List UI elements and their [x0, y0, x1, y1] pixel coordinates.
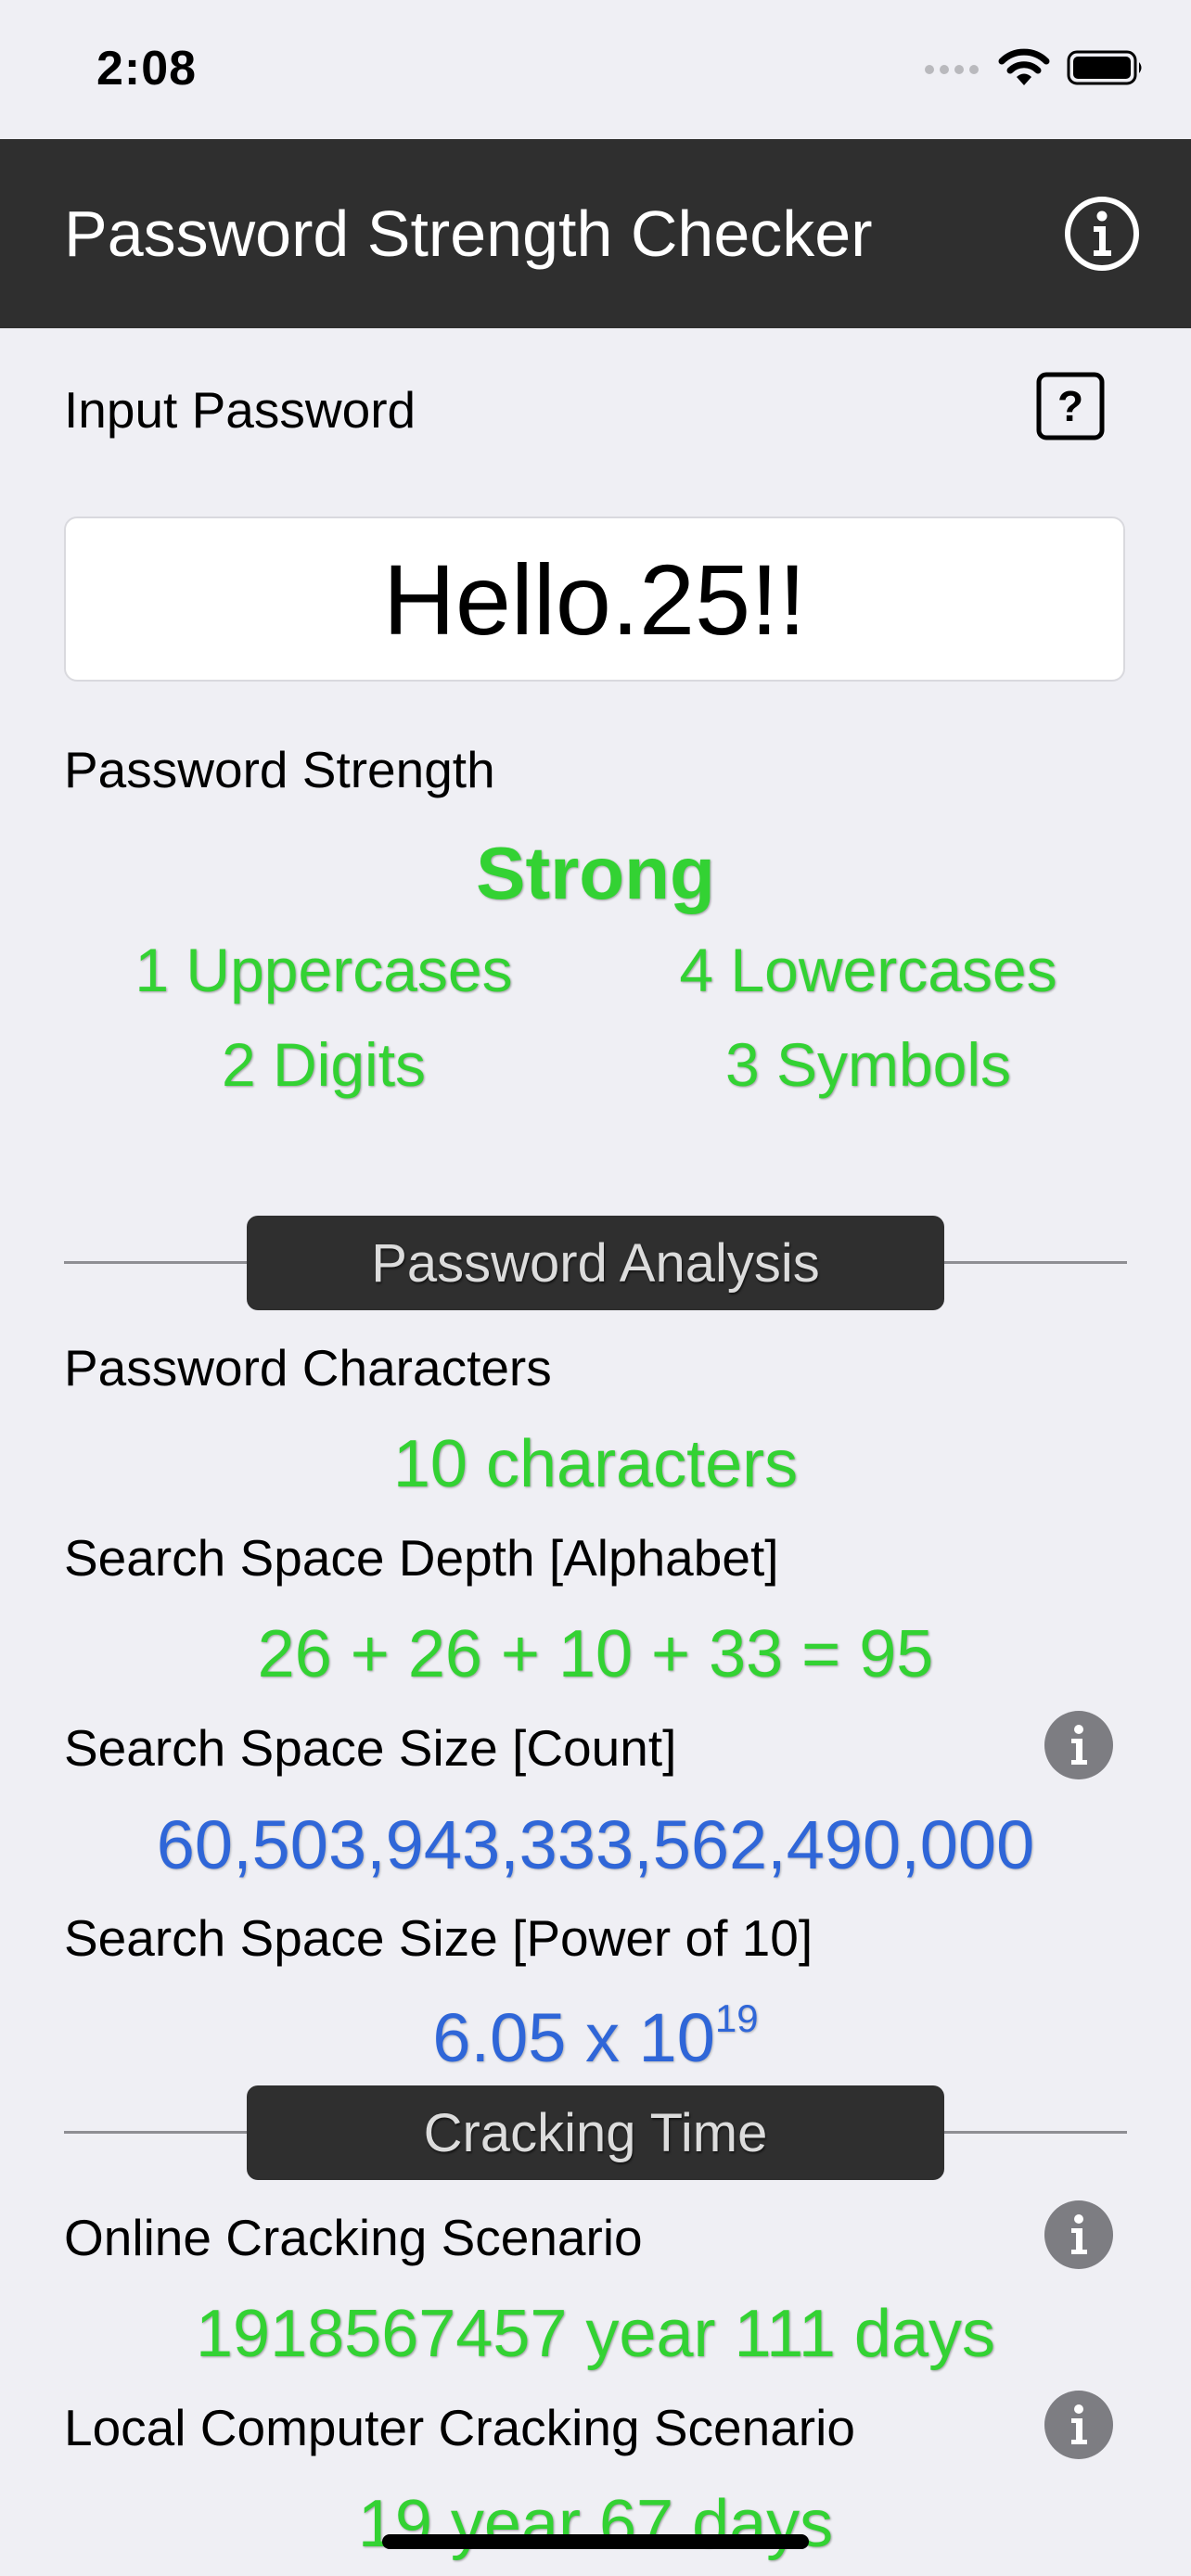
search-depth-value: 26 + 26 + 10 + 33 = 95 [257, 1617, 934, 1691]
status-bar: 2:08 [0, 0, 1191, 139]
signal-icon [925, 65, 979, 74]
info-icon[interactable] [1044, 2391, 1113, 2459]
strength-rating: Strong [476, 832, 715, 914]
online-cracking-value: 1918567457 year 111 days [195, 2297, 996, 2371]
search-power-label: Search Space Size [Power of 10] [64, 1909, 813, 1967]
search-power-value: 6.05 x 1019 [0, 1996, 1191, 2077]
password-characters-value: 10 characters [392, 1427, 799, 1501]
digit-count: 2 Digits [221, 1030, 427, 1099]
battery-icon [1067, 50, 1142, 85]
search-count-label: Search Space Size [Count] [64, 1719, 677, 1777]
app-title: Password Strength Checker [64, 198, 873, 270]
svg-text:?: ? [1057, 382, 1083, 430]
search-count-value: 60,503,943,333,562,490,000 [156, 1806, 1035, 1883]
local-cracking-value: 19 year 67 days [357, 2487, 834, 2561]
question-square-icon[interactable]: ? [1035, 371, 1106, 441]
symbol-count: 3 Symbols [724, 1030, 1012, 1099]
power-mantissa: 6.05 x 10 [432, 1999, 715, 2076]
nav-bar: Password Strength Checker [0, 139, 1191, 328]
local-cracking-label: Local Computer Cracking Scenario [64, 2399, 855, 2456]
info-icon[interactable] [1044, 1711, 1113, 1779]
online-cracking-label: Online Cracking Scenario [64, 2209, 643, 2266]
search-depth-label: Search Space Depth [Alphabet] [64, 1529, 779, 1587]
home-indicator[interactable] [382, 2534, 809, 2549]
info-circle-icon[interactable] [1063, 195, 1141, 273]
input-password-label: Input Password [64, 381, 416, 439]
info-icon[interactable] [1044, 2200, 1113, 2269]
lowercase-count: 4 Lowercases [679, 936, 1057, 1004]
password-input[interactable]: Hello.25!! [64, 516, 1125, 682]
password-characters-label: Password Characters [64, 1339, 552, 1396]
uppercase-count: 1 Uppercases [134, 936, 513, 1004]
password-analysis-header: Password Analysis [247, 1216, 944, 1310]
status-time: 2:08 [96, 42, 198, 96]
password-strength-label: Password Strength [64, 741, 495, 798]
cracking-time-header: Cracking Time [247, 2085, 944, 2180]
wifi-icon [998, 48, 1050, 85]
status-icons [924, 48, 1145, 87]
power-exponent: 19 [714, 1996, 759, 2040]
